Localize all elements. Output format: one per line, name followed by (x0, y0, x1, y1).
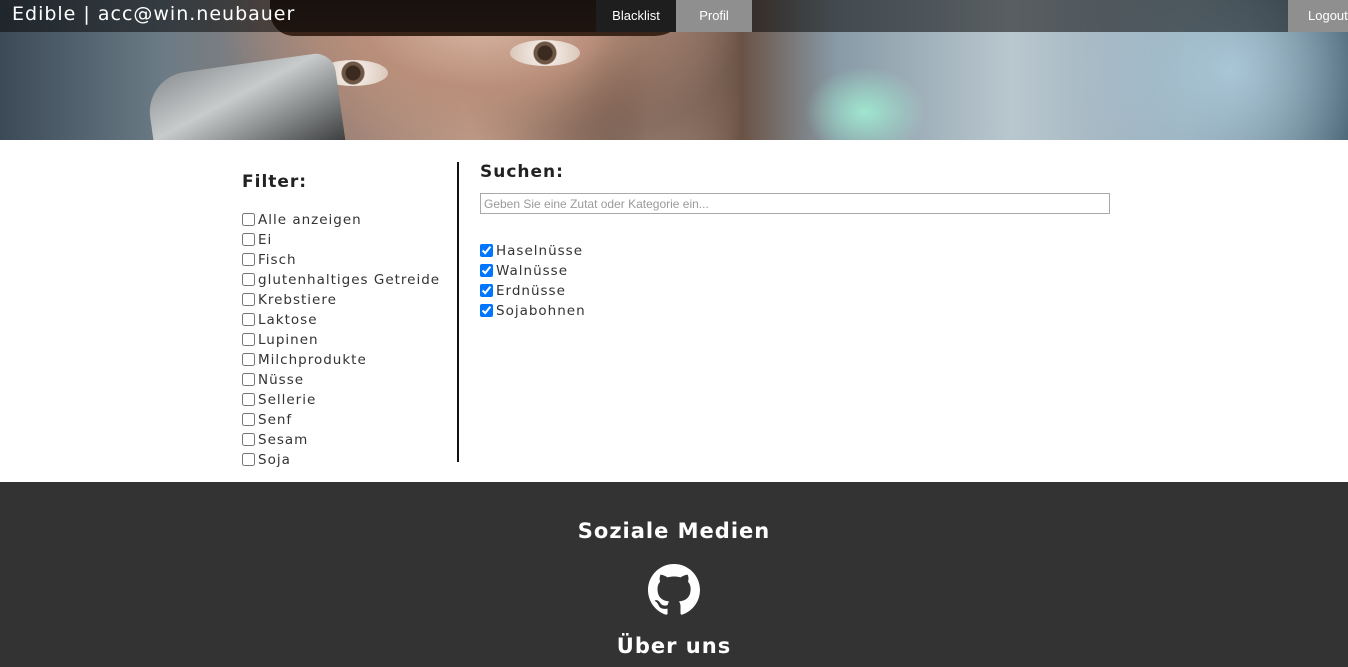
logout-button[interactable]: Logout (1288, 0, 1348, 32)
top-navigation-bar: Edible | acc@win.neubauer Blacklist Prof… (0, 0, 1348, 32)
filter-item[interactable]: Soja (242, 450, 440, 470)
banner-photo-phone (144, 51, 346, 140)
filter-label: glutenhaltiges Getreide (258, 272, 441, 288)
filter-item[interactable]: Nüsse (242, 370, 440, 390)
selected-ingredient-label: Haselnüsse (496, 243, 583, 259)
filter-label: Krebstiere (258, 292, 337, 308)
filter-label: Alle anzeigen (258, 212, 362, 228)
filter-label: Sesam (258, 432, 309, 448)
filter-label: Sellerie (258, 392, 317, 408)
selected-ingredient-checkbox[interactable] (480, 243, 493, 257)
filter-item[interactable]: Sellerie (242, 390, 440, 410)
selected-ingredient-checkbox[interactable] (480, 303, 493, 317)
selected-ingredient-label: Sojabohnen (496, 303, 586, 319)
footer: Soziale Medien Über uns (0, 482, 1348, 667)
selected-ingredient-label: Walnüsse (496, 263, 568, 279)
about-us-heading: Über uns (616, 634, 732, 658)
selected-ingredient-checkbox[interactable] (480, 283, 493, 297)
filter-list: Alle anzeigen Ei Fisch glutenhaltiges Getre… (242, 210, 440, 470)
brand-title: Edible | acc@win.neubauer (12, 3, 296, 25)
filter-item[interactable]: Sesam (242, 430, 440, 450)
filter-label: Senf (258, 412, 293, 428)
filter-item[interactable]: Fisch (242, 250, 440, 270)
filter-label: Lupinen (258, 332, 319, 348)
selected-ingredient-item[interactable]: Walnüsse (480, 261, 586, 281)
selected-ingredients-list: Haselnüsse Walnüsse Erdnüsse Sojabohnen (480, 241, 586, 321)
filter-item[interactable]: Laktose (242, 310, 440, 330)
filter-item[interactable]: Alle anzeigen (242, 210, 440, 230)
filter-checkbox[interactable] (242, 252, 255, 266)
filter-label: Fisch (258, 252, 297, 268)
search-input[interactable] (480, 193, 1110, 214)
filter-checkbox[interactable] (242, 292, 255, 306)
search-title: Suchen: (480, 162, 564, 182)
filter-checkbox[interactable] (242, 312, 255, 326)
filter-checkbox[interactable] (242, 212, 255, 226)
filter-label: Soja (258, 452, 291, 468)
selected-ingredient-item[interactable]: Sojabohnen (480, 301, 586, 321)
column-divider (457, 162, 459, 462)
filter-item[interactable]: Ei (242, 230, 440, 250)
filter-item[interactable]: Krebstiere (242, 290, 440, 310)
filter-item[interactable]: Senf (242, 410, 440, 430)
filter-label: Laktose (258, 312, 318, 328)
filter-label: Ei (258, 232, 273, 248)
filter-checkbox[interactable] (242, 232, 255, 246)
selected-ingredient-checkbox[interactable] (480, 263, 493, 277)
filter-checkbox[interactable] (242, 452, 255, 466)
tab-blacklist[interactable]: Blacklist (596, 0, 676, 32)
filter-checkbox[interactable] (242, 392, 255, 406)
filter-item[interactable]: Lupinen (242, 330, 440, 350)
filter-checkbox[interactable] (242, 352, 255, 366)
filter-label: Milchprodukte (258, 352, 367, 368)
filter-label: Nüsse (258, 372, 305, 388)
selected-ingredient-item[interactable]: Haselnüsse (480, 241, 586, 261)
filter-item[interactable]: glutenhaltiges Getreide (242, 270, 440, 290)
filter-title: Filter: (242, 172, 308, 192)
filter-checkbox[interactable] (242, 332, 255, 346)
selected-ingredient-item[interactable]: Erdnüsse (480, 281, 586, 301)
github-icon-graphic (648, 564, 700, 615)
filter-checkbox[interactable] (242, 412, 255, 426)
filter-checkbox[interactable] (242, 272, 255, 286)
github-icon[interactable] (648, 564, 700, 616)
banner-photo-eye (510, 40, 580, 66)
filter-checkbox[interactable] (242, 372, 255, 386)
filter-checkbox[interactable] (242, 432, 255, 446)
social-media-heading: Soziale Medien (577, 519, 771, 543)
selected-ingredient-label: Erdnüsse (496, 283, 566, 299)
tab-profil[interactable]: Profil (676, 0, 752, 32)
filter-item[interactable]: Milchprodukte (242, 350, 440, 370)
